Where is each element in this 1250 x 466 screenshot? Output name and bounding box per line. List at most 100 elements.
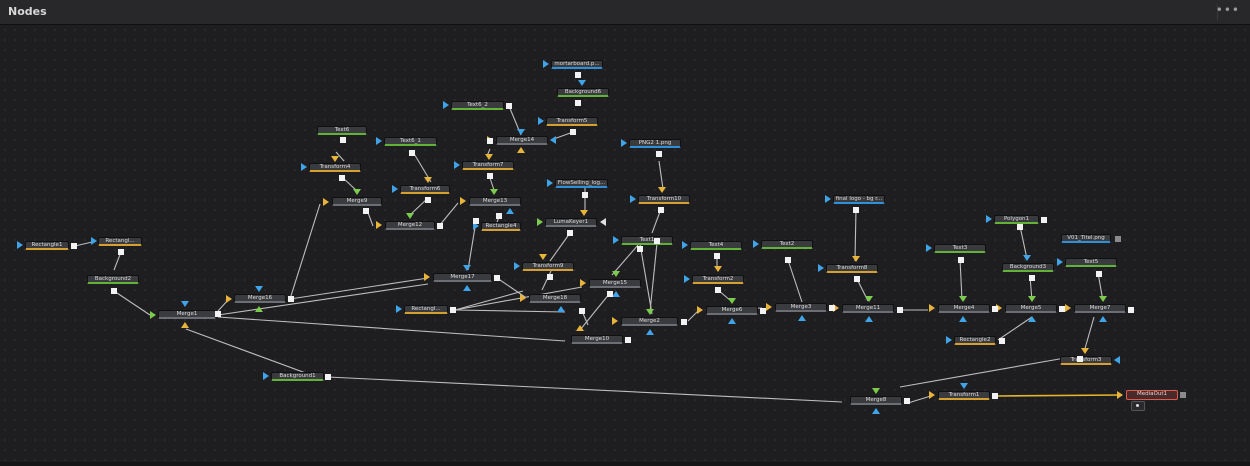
output-square-icon[interactable] — [487, 138, 493, 144]
input-triangle-icon[interactable] — [825, 195, 831, 203]
output-square-icon[interactable] — [1096, 271, 1102, 277]
input-triangle-icon[interactable] — [612, 291, 620, 297]
node-merge4[interactable]: Merge4 — [938, 304, 990, 313]
input-triangle-icon[interactable] — [600, 218, 606, 226]
input-triangle-icon[interactable] — [485, 154, 493, 160]
output-square-icon[interactable] — [607, 291, 613, 297]
input-triangle-icon[interactable] — [424, 177, 432, 183]
input-triangle-icon[interactable] — [852, 256, 860, 262]
node-merge7[interactable]: Merge7 — [1074, 304, 1126, 313]
node-background3[interactable]: Background3 — [1002, 263, 1054, 272]
node-transform7[interactable]: Transform7 — [462, 161, 514, 170]
input-triangle-icon[interactable] — [728, 298, 736, 304]
node-transform4[interactable]: Transform4 — [309, 163, 361, 172]
node-polygon1[interactable]: Polygon1 — [994, 215, 1039, 224]
input-triangle-icon[interactable] — [612, 271, 620, 277]
node-rectangle2[interactable]: Rectangle2 — [954, 336, 996, 345]
output-square-icon[interactable] — [215, 311, 221, 317]
input-triangle-icon[interactable] — [865, 316, 873, 322]
output-square-icon[interactable] — [575, 72, 581, 78]
output-square-icon[interactable] — [575, 100, 581, 106]
input-triangle-icon[interactable] — [181, 322, 189, 328]
input-triangle-icon[interactable] — [1065, 304, 1071, 312]
output-square-icon[interactable] — [897, 307, 903, 313]
output-square-icon[interactable] — [340, 137, 346, 143]
input-triangle-icon[interactable] — [406, 213, 414, 219]
output-square-icon[interactable] — [714, 253, 720, 259]
input-triangle-icon[interactable] — [872, 388, 880, 394]
node-rectangle-b[interactable]: Rectangl... — [404, 305, 448, 314]
node-text2[interactable]: Text2 — [761, 240, 813, 249]
node-final-logo[interactable]: final logo - bg r... — [833, 195, 885, 204]
node-background2[interactable]: Background2 — [87, 275, 139, 284]
node-merge17[interactable]: Merge17 — [433, 273, 492, 282]
output-square-icon[interactable] — [1077, 356, 1083, 362]
input-triangle-icon[interactable] — [798, 315, 806, 321]
input-triangle-icon[interactable] — [255, 286, 263, 292]
input-triangle-icon[interactable] — [929, 391, 935, 399]
node-background6[interactable]: Background6 — [557, 88, 609, 97]
input-triangle-icon[interactable] — [630, 195, 636, 203]
output-square-icon[interactable] — [760, 308, 766, 314]
input-triangle-icon[interactable] — [547, 179, 553, 187]
input-triangle-icon[interactable] — [1028, 316, 1036, 322]
output-square-icon[interactable] — [625, 337, 631, 343]
output-square-icon[interactable] — [656, 151, 662, 157]
output-square-icon[interactable] — [1128, 307, 1134, 313]
input-triangle-icon[interactable] — [1028, 296, 1036, 302]
output-square-icon[interactable] — [999, 338, 1005, 344]
output-square-icon[interactable] — [654, 238, 660, 244]
output-square-icon[interactable] — [494, 275, 500, 281]
output-square-icon[interactable] — [437, 223, 443, 229]
input-triangle-icon[interactable] — [255, 306, 263, 312]
input-triangle-icon[interactable] — [865, 296, 873, 302]
node-flowselling[interactable]: FlowSelling_log... — [555, 179, 608, 188]
input-triangle-icon[interactable] — [376, 221, 382, 229]
input-triangle-icon[interactable] — [543, 60, 549, 68]
node-v01-titel[interactable]: V01_Titel.png — [1061, 234, 1111, 243]
output-square-icon[interactable] — [1115, 236, 1121, 242]
node-text6-2[interactable]: Text6_2 — [451, 101, 504, 110]
input-triangle-icon[interactable] — [1081, 348, 1089, 354]
output-square-icon[interactable] — [288, 296, 294, 302]
input-triangle-icon[interactable] — [728, 318, 736, 324]
node-canvas[interactable]: Rectangle1 Rectangl... Background2 Merge… — [0, 25, 1250, 466]
input-triangle-icon[interactable] — [697, 306, 703, 314]
input-triangle-icon[interactable] — [818, 264, 824, 272]
node-text6-1[interactable]: Text6_1 — [384, 137, 437, 146]
input-triangle-icon[interactable] — [463, 265, 471, 271]
node-merge9[interactable]: Merge9 — [332, 197, 382, 206]
input-triangle-icon[interactable] — [17, 241, 23, 249]
output-square-icon[interactable] — [118, 249, 124, 255]
input-triangle-icon[interactable] — [580, 279, 586, 287]
output-square-icon[interactable] — [111, 288, 117, 294]
input-triangle-icon[interactable] — [460, 197, 466, 205]
input-triangle-icon[interactable] — [682, 241, 688, 249]
node-mediaout1[interactable]: MediaOut1 — [1126, 390, 1178, 400]
input-triangle-icon[interactable] — [646, 309, 654, 315]
output-square-icon[interactable] — [785, 257, 791, 263]
input-triangle-icon[interactable] — [1099, 316, 1107, 322]
node-text5[interactable]: Text5 — [1065, 258, 1117, 267]
node-transform9[interactable]: Transform9 — [522, 262, 574, 271]
input-triangle-icon[interactable] — [557, 306, 565, 312]
output-square-icon[interactable] — [339, 175, 345, 181]
input-triangle-icon[interactable] — [323, 198, 329, 206]
input-triangle-icon[interactable] — [490, 189, 498, 195]
input-triangle-icon[interactable] — [959, 296, 967, 302]
output-square-icon[interactable] — [853, 207, 859, 213]
input-triangle-icon[interactable] — [658, 187, 666, 193]
input-triangle-icon[interactable] — [929, 304, 935, 312]
node-lumakeyer1[interactable]: LumaKeyer1 — [545, 218, 597, 227]
node-png2-1[interactable]: PNG2 1.png — [629, 139, 681, 148]
node-transform2[interactable]: Transform2 — [692, 275, 744, 284]
input-triangle-icon[interactable] — [301, 163, 307, 171]
input-triangle-icon[interactable] — [396, 305, 402, 313]
output-square-icon[interactable] — [1059, 306, 1065, 312]
output-square-icon[interactable] — [409, 150, 415, 156]
node-merge18[interactable]: Merge18 — [529, 294, 581, 303]
node-transform8[interactable]: Transform8 — [826, 264, 878, 273]
input-triangle-icon[interactable] — [872, 408, 880, 414]
input-triangle-icon[interactable] — [926, 244, 932, 252]
output-square-icon[interactable] — [681, 319, 687, 325]
